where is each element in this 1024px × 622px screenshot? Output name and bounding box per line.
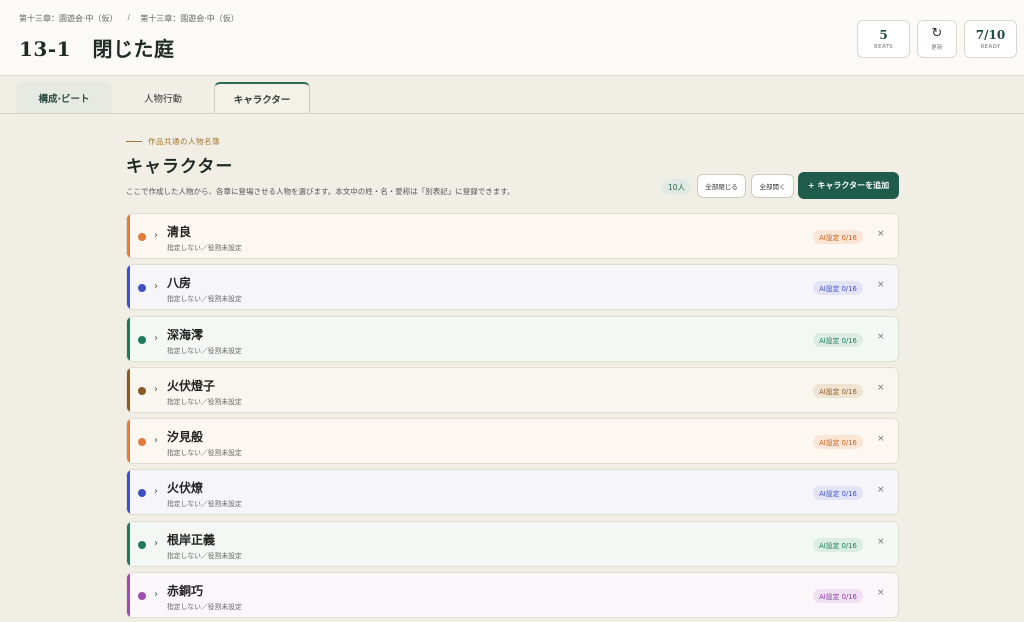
ai-settings-badge[interactable]: AI設定 0/16 bbox=[813, 383, 863, 398]
beats-stat: 5 BEATS bbox=[857, 20, 910, 58]
character-color-dot bbox=[138, 592, 146, 601]
update-button[interactable]: ↻ 更新 bbox=[917, 20, 957, 58]
tab-divider bbox=[0, 113, 1024, 114]
remove-icon[interactable]: × bbox=[877, 383, 885, 393]
section-eyebrow: 作品共通の人物名簿 bbox=[126, 136, 220, 147]
refresh-icon: ↻ bbox=[931, 26, 943, 41]
character-name: 根岸正義 bbox=[167, 532, 216, 547]
chevron-right-icon[interactable]: › bbox=[154, 538, 158, 549]
character-color-dot bbox=[138, 284, 146, 293]
page-title-number: 13-1 bbox=[19, 37, 72, 61]
character-row[interactable]: › 火伏燈子指定しない／役割未設定 AI設定 0/16 × bbox=[126, 366, 899, 413]
tab-character-actions[interactable]: 人物行動 bbox=[117, 82, 209, 114]
remove-icon[interactable]: × bbox=[877, 332, 885, 342]
ai-settings-badge[interactable]: AI設定 0/16 bbox=[813, 537, 863, 552]
update-label: 更新 bbox=[931, 45, 943, 51]
chevron-right-icon[interactable]: › bbox=[154, 435, 158, 446]
character-color-bar bbox=[127, 470, 130, 515]
breadcrumb-item-current: 第十三章：園遊会·中（仮） bbox=[140, 14, 239, 23]
character-role: 指定しない／役割未設定 bbox=[167, 244, 242, 252]
character-color-dot bbox=[138, 335, 146, 344]
add-character-button[interactable]: + キャラクターを追加 bbox=[798, 172, 899, 199]
character-color-dot bbox=[138, 386, 146, 395]
character-role: 指定しない／役割未設定 bbox=[167, 346, 242, 355]
character-row[interactable]: › 火伏燎指定しない／役割未設定 AI設定 0/16 × bbox=[126, 469, 899, 516]
eyebrow-text: 作品共通の人物名簿 bbox=[148, 137, 220, 146]
character-name: 汐見般 bbox=[167, 430, 204, 445]
remove-icon[interactable]: × bbox=[877, 434, 885, 444]
ai-settings-badge[interactable]: AI設定 0/16 bbox=[813, 589, 863, 604]
page-title: 13-1 閉じた庭 bbox=[19, 33, 175, 62]
character-list: › 清良 指定しない／役割未設定 AI設定 0/16 × › 八房 指定しない／役割未設定 AI… bbox=[126, 213, 899, 622]
character-row[interactable]: › 深海澪指定しない／役割未設定 AI設定 0/16 × bbox=[126, 315, 899, 362]
tab-structure-beats[interactable]: 構成·ビート bbox=[16, 82, 112, 114]
ai-settings-badge[interactable]: AI設定 0/16 bbox=[813, 435, 863, 450]
character-color-dot bbox=[138, 540, 146, 549]
chevron-right-icon[interactable]: › bbox=[154, 384, 158, 395]
ai-settings-badge[interactable]: AI設定 0/16 bbox=[813, 332, 863, 347]
character-color-bar bbox=[127, 265, 130, 310]
character-name: 火伏燈子 bbox=[167, 378, 216, 393]
character-color-dot bbox=[138, 233, 146, 241]
character-row[interactable]: › 赤銅巧指定しない／役割未設定 AI設定 0/16 × bbox=[126, 572, 899, 619]
ready-label: READY bbox=[980, 44, 1001, 50]
breadcrumb-item-chapter[interactable]: 第十三章：園遊会·中（仮） bbox=[19, 13, 118, 24]
character-name: 八房 bbox=[167, 276, 192, 291]
character-color-bar bbox=[127, 214, 130, 258]
character-color-bar bbox=[127, 521, 130, 566]
character-count-badge: 10人 bbox=[662, 179, 691, 195]
eyebrow-dash bbox=[126, 141, 142, 142]
breadcrumb: 第十三章：園遊会·中（仮） / 第十三章：園遊会·中（仮） bbox=[19, 13, 239, 24]
remove-icon[interactable]: × bbox=[877, 485, 885, 495]
character-color-bar bbox=[127, 367, 130, 412]
remove-icon[interactable]: × bbox=[877, 280, 885, 290]
character-role: 指定しない／役割未設定 bbox=[167, 449, 242, 458]
character-color-bar bbox=[127, 419, 130, 464]
section-description: ここで作成した人物から、各章に登場させる人物を選びます。本文中の姓・名・愛称は「… bbox=[126, 187, 515, 196]
ready-count: 7/10 bbox=[975, 28, 1006, 42]
character-name: 火伏燎 bbox=[167, 481, 204, 496]
character-color-dot bbox=[138, 489, 146, 498]
character-row[interactable]: › 根岸正義指定しない／役割未設定 AI設定 0/16 × bbox=[126, 520, 899, 567]
remove-icon[interactable]: × bbox=[877, 537, 885, 547]
character-name: 清良 bbox=[167, 225, 192, 239]
expand-all-button[interactable]: 全部開く bbox=[751, 174, 794, 198]
section-title: キャラクター bbox=[126, 157, 234, 177]
header: 第十三章：園遊会·中（仮） / 第十三章：園遊会·中（仮） 13-1 閉じた庭 … bbox=[0, 0, 1024, 76]
character-row[interactable]: › 八房指定しない／役割未設定 AI設定 0/16 × bbox=[126, 264, 899, 311]
tab-bar: 構成·ビート 人物行動 キャラクター bbox=[16, 82, 310, 114]
ai-settings-badge[interactable]: AI設定 0/16 bbox=[813, 281, 863, 296]
chevron-right-icon[interactable]: › bbox=[154, 281, 158, 292]
chevron-right-icon[interactable]: › bbox=[154, 486, 158, 497]
remove-icon[interactable]: × bbox=[877, 588, 885, 598]
character-row[interactable]: › 清良指定しない／役割未設定 AI設定 0/16 × bbox=[126, 213, 899, 259]
character-role: 指定しない／役割未設定 bbox=[167, 500, 242, 509]
character-name: 赤銅巧 bbox=[167, 584, 204, 599]
character-role: 指定しない／役割未設定 bbox=[167, 397, 242, 406]
character-row[interactable]: › 汐見般指定しない／役割未設定 AI設定 0/16 × bbox=[126, 418, 899, 465]
collapse-all-button[interactable]: 全部閉じる bbox=[697, 174, 746, 198]
page-title-text: 閉じた庭 bbox=[92, 37, 175, 61]
remove-icon[interactable]: × bbox=[877, 229, 885, 239]
ai-settings-badge[interactable]: AI設定 0/16 bbox=[813, 230, 863, 244]
character-color-dot bbox=[138, 438, 146, 447]
tab-characters[interactable]: キャラクター bbox=[214, 82, 310, 114]
character-color-bar bbox=[127, 573, 130, 618]
beats-label: BEATS bbox=[874, 44, 893, 50]
breadcrumb-separator: / bbox=[127, 13, 131, 22]
chevron-right-icon[interactable]: › bbox=[154, 589, 158, 600]
character-name: 深海澪 bbox=[167, 327, 204, 342]
character-role: 指定しない／役割未設定 bbox=[167, 551, 242, 560]
beats-count: 5 bbox=[879, 28, 888, 42]
ready-stat: 7/10 READY bbox=[964, 20, 1017, 58]
ai-settings-badge[interactable]: AI設定 0/16 bbox=[813, 486, 863, 501]
chevron-right-icon[interactable]: › bbox=[154, 333, 158, 344]
chevron-right-icon[interactable]: › bbox=[154, 230, 158, 241]
character-role: 指定しない／役割未設定 bbox=[167, 603, 242, 612]
character-color-bar bbox=[127, 316, 130, 361]
character-role: 指定しない／役割未設定 bbox=[167, 295, 242, 304]
